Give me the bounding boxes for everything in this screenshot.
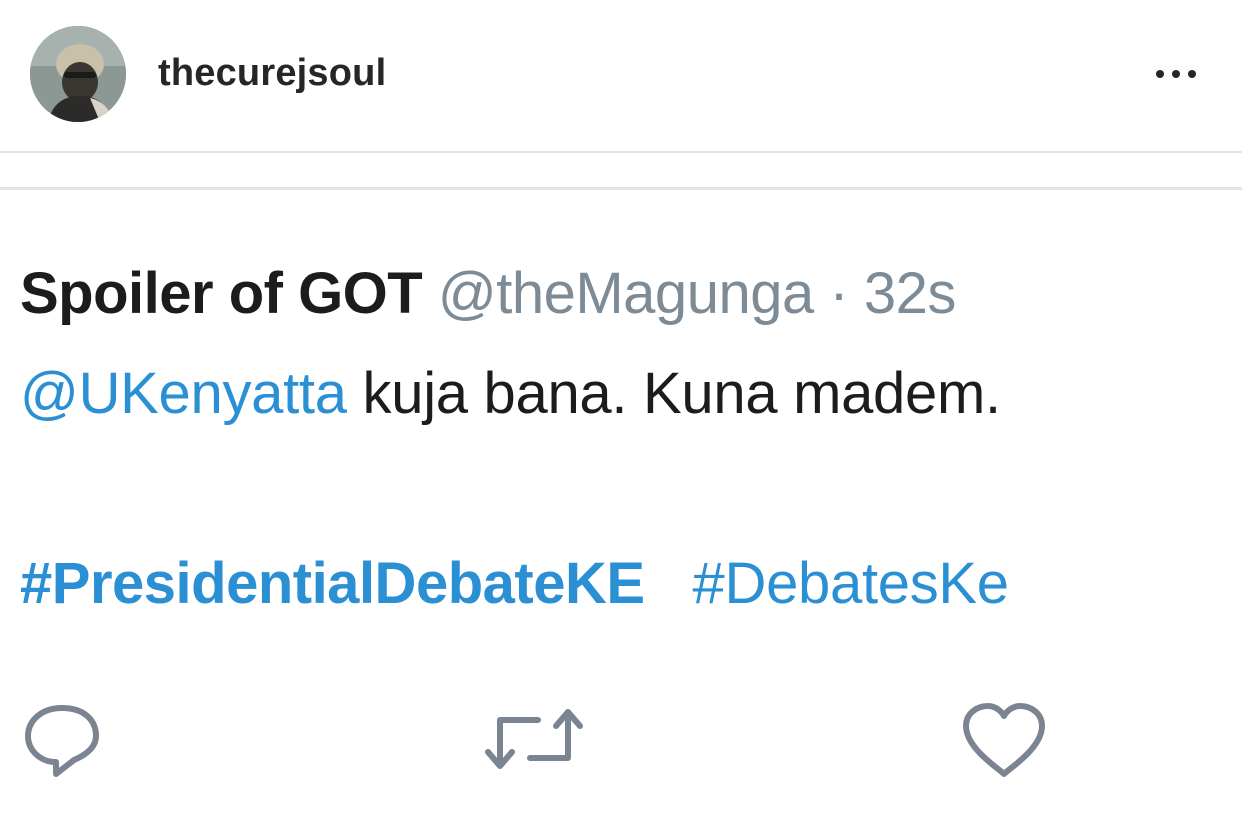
- tweet-timestamp: 32s: [863, 261, 957, 326]
- heart-icon: [958, 700, 1050, 780]
- tweet-header: Spoiler of GOT @theMagunga · 32s: [20, 262, 956, 326]
- hashtag: #DebatesKe: [692, 551, 1010, 616]
- tweet-message: kuja bana. Kuna madem.: [362, 361, 1002, 426]
- tweet-separator: ·: [829, 261, 849, 326]
- avatar-photo-icon: [30, 26, 126, 122]
- username[interactable]: thecurejsoul: [158, 52, 386, 95]
- more-options-icon[interactable]: [1150, 62, 1202, 86]
- tweet-screenshot: [0, 153, 1242, 819]
- tweet-divider: [0, 187, 1242, 190]
- tweet-display-name: Spoiler of GOT: [20, 261, 423, 326]
- reply-icon: [20, 700, 104, 780]
- tweet-text: @UKenyatta kuja bana. Kuna madem.: [20, 362, 1001, 426]
- retweet-icon: [484, 704, 584, 774]
- tweet-handle: @theMagunga: [437, 261, 814, 326]
- tweet-hashtags: #PresidentialDebateKE #DebatesKe: [20, 552, 1009, 616]
- post-header: thecurejsoul: [0, 0, 1242, 150]
- hashtag: #PresidentialDebateKE: [20, 551, 645, 616]
- tweet-mention: @UKenyatta: [20, 361, 347, 426]
- user-avatar[interactable]: [30, 26, 126, 122]
